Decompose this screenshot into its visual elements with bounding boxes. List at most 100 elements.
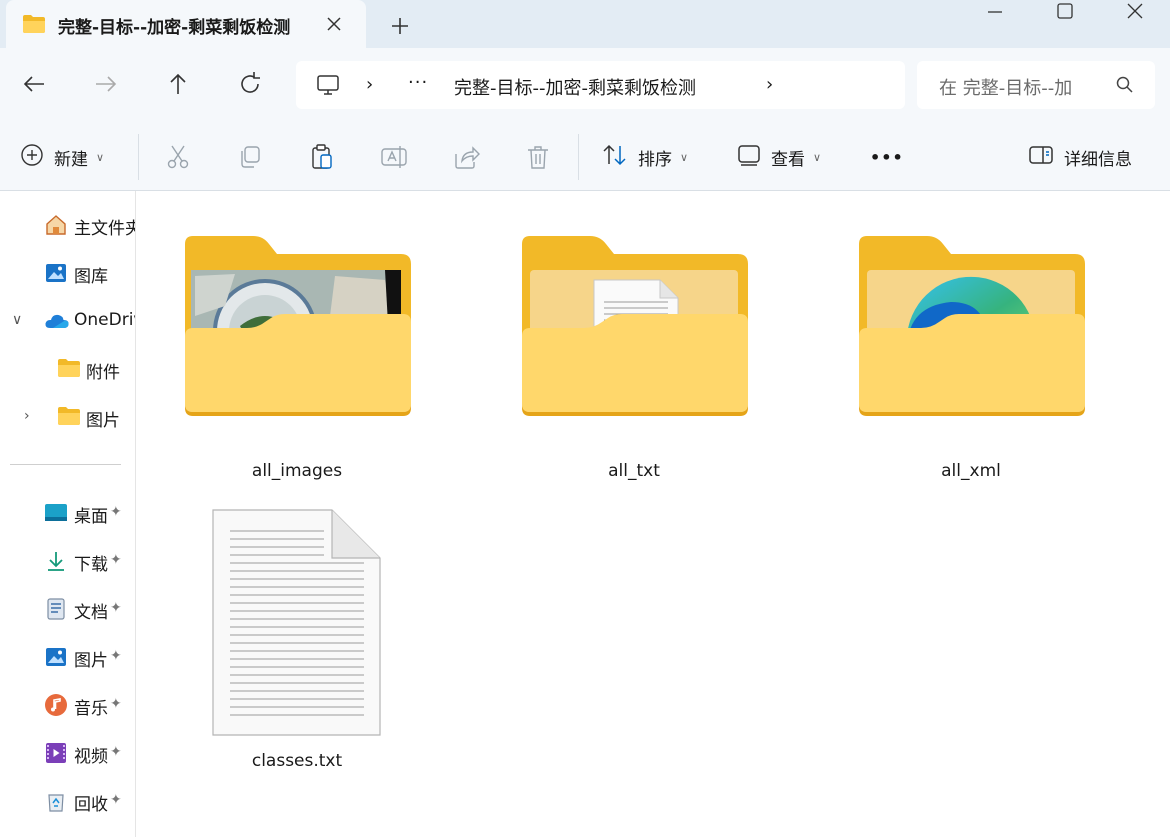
sidebar-item-gallery[interactable]: 图库 (0, 255, 135, 291)
desktop-icon (44, 501, 68, 525)
file-name: classes.txt (251, 751, 343, 771)
sidebar-item-label: 图库 (74, 267, 108, 287)
sidebar-item-pictures[interactable]: 图片 ✦ (0, 639, 135, 675)
file-name: all_txt (608, 461, 660, 481)
up-arrow-icon[interactable] (160, 66, 196, 102)
chevron-down-icon: ∨ (813, 150, 822, 164)
this-pc-icon[interactable] (316, 73, 340, 102)
file-item[interactable]: all_txt (509, 231, 759, 491)
more-options-button[interactable]: ••• (870, 140, 904, 174)
pin-icon[interactable]: ✦ (110, 744, 122, 760)
sort-icon (602, 143, 628, 172)
pin-icon[interactable]: ✦ (110, 696, 122, 712)
pin-icon[interactable]: ✦ (110, 600, 122, 616)
search-placeholder: 在 完整-目标--加 (939, 78, 1073, 99)
details-pane-icon (1028, 144, 1054, 171)
details-button[interactable]: 详细信息 (1028, 140, 1132, 174)
minimize-icon[interactable] (960, 0, 1030, 24)
breadcrumb-overflow[interactable]: ··· (408, 72, 428, 93)
back-arrow-icon[interactable] (16, 66, 52, 102)
sidebar-item-music[interactable]: 音乐 ✦ (0, 687, 135, 723)
share-icon[interactable] (451, 142, 481, 172)
sidebar-item-home[interactable]: 主文件夹 (0, 207, 136, 243)
pin-icon[interactable]: ✦ (110, 792, 122, 808)
file-item[interactable]: all_images (172, 231, 422, 491)
sidebar-item-label: 下载 (74, 555, 108, 575)
sidebar-item-recycle-bin[interactable]: 回收 ✦ (0, 783, 135, 819)
new-button[interactable]: 新建 ∨ (20, 140, 104, 174)
folder-icon (22, 14, 46, 39)
sidebar-item-downloads[interactable]: 下载 ✦ (0, 543, 135, 579)
cut-icon[interactable] (163, 142, 193, 172)
navigation-bar: › ··· 完整-目标--加密-剩菜剩饭检测 › 在 完整-目标--加 (0, 48, 1170, 120)
home-icon (44, 213, 68, 237)
cloud-icon (44, 309, 69, 333)
more-icon: ••• (870, 147, 904, 167)
download-icon (44, 549, 68, 573)
video-icon (44, 741, 68, 765)
file-item[interactable]: all_xml (846, 231, 1096, 491)
breadcrumb-chevron[interactable]: › (766, 74, 773, 95)
pin-icon[interactable]: ✦ (110, 648, 122, 664)
sidebar-item-label: 附件 (86, 363, 120, 383)
file-name: all_xml (941, 461, 1001, 481)
tab-close-icon[interactable] (322, 12, 346, 36)
maximize-icon[interactable] (1030, 0, 1100, 24)
gallery-icon (44, 261, 68, 285)
sidebar-item-label: 音乐 (74, 699, 108, 719)
divider (10, 464, 121, 465)
address-bar[interactable]: › ··· 完整-目标--加密-剩菜剩饭检测 › (296, 61, 905, 109)
title-bar: 完整-目标--加密-剩菜剩饭检测 (0, 0, 1170, 48)
rename-icon[interactable] (379, 142, 409, 172)
breadcrumb-separator[interactable]: › (366, 74, 373, 95)
tab-active[interactable]: 完整-目标--加密-剩菜剩饭检测 (6, 0, 366, 48)
folder-icon (57, 357, 81, 381)
tab-title: 完整-目标--加密-剩菜剩饭检测 (58, 18, 291, 38)
command-bar: 新建 ∨ 排序 ∨ 查看 ∨ ••• 详细信息 (0, 120, 1170, 191)
breadcrumb-current[interactable]: 完整-目标--加密-剩菜剩饭检测 (454, 74, 696, 100)
sidebar-item-videos[interactable]: 视频 ✦ (0, 735, 135, 771)
sidebar-item-label: 图片 (74, 651, 108, 671)
sidebar-item-onedrive[interactable]: ∨ OneDrive (0, 303, 135, 339)
copy-icon[interactable] (235, 142, 265, 172)
sidebar-item-desktop[interactable]: 桌面 ✦ (0, 495, 135, 531)
search-input[interactable]: 在 完整-目标--加 (917, 61, 1155, 109)
new-label: 新建 (54, 149, 88, 170)
navigation-pane: 主文件夹 图库 ∨ OneDrive 附件 › 图片 桌面 ✦ (0, 191, 136, 837)
delete-icon[interactable] (523, 142, 553, 172)
divider (578, 134, 579, 180)
sidebar-item-pictures-folder[interactable]: › 图片 (0, 399, 135, 435)
chevron-down-icon[interactable]: ∨ (12, 312, 22, 328)
view-label: 查看 (771, 149, 805, 170)
sidebar-item-label: 文档 (74, 603, 108, 623)
view-button[interactable]: 查看 ∨ (737, 140, 821, 174)
file-name: all_images (251, 461, 343, 481)
plus-circle-icon (20, 143, 44, 172)
recycle-bin-icon (44, 789, 68, 813)
sidebar-item-label: 桌面 (74, 507, 108, 527)
paste-icon[interactable] (307, 142, 337, 172)
sidebar-item-label: 回收 (74, 795, 108, 815)
pin-icon[interactable]: ✦ (110, 504, 122, 520)
refresh-icon[interactable] (232, 66, 268, 102)
close-icon[interactable] (1100, 0, 1170, 24)
sidebar-item-documents[interactable]: 文档 ✦ (0, 591, 135, 627)
pictures-icon (44, 645, 68, 669)
plus-icon[interactable] (386, 12, 414, 40)
details-label: 详细信息 (1064, 149, 1132, 170)
sort-button[interactable]: 排序 ∨ (602, 140, 688, 174)
file-list: all_images all_txt all_xml classes.txt (137, 191, 1170, 837)
chevron-down-icon: ∨ (680, 150, 689, 164)
pin-icon[interactable]: ✦ (110, 552, 122, 568)
folder-edge-icon (859, 236, 1085, 421)
sidebar-item-label: 主文件夹 (74, 219, 136, 239)
sidebar-item-attachments[interactable]: 附件 (0, 351, 135, 387)
forward-arrow-icon[interactable] (88, 66, 124, 102)
sidebar-item-label: 图片 (86, 411, 120, 431)
file-item[interactable]: classes.txt (172, 507, 422, 777)
document-icon (44, 597, 68, 621)
chevron-down-icon: ∨ (96, 150, 105, 164)
divider (138, 134, 139, 180)
chevron-right-icon[interactable]: › (24, 408, 30, 424)
sort-label: 排序 (638, 149, 672, 170)
